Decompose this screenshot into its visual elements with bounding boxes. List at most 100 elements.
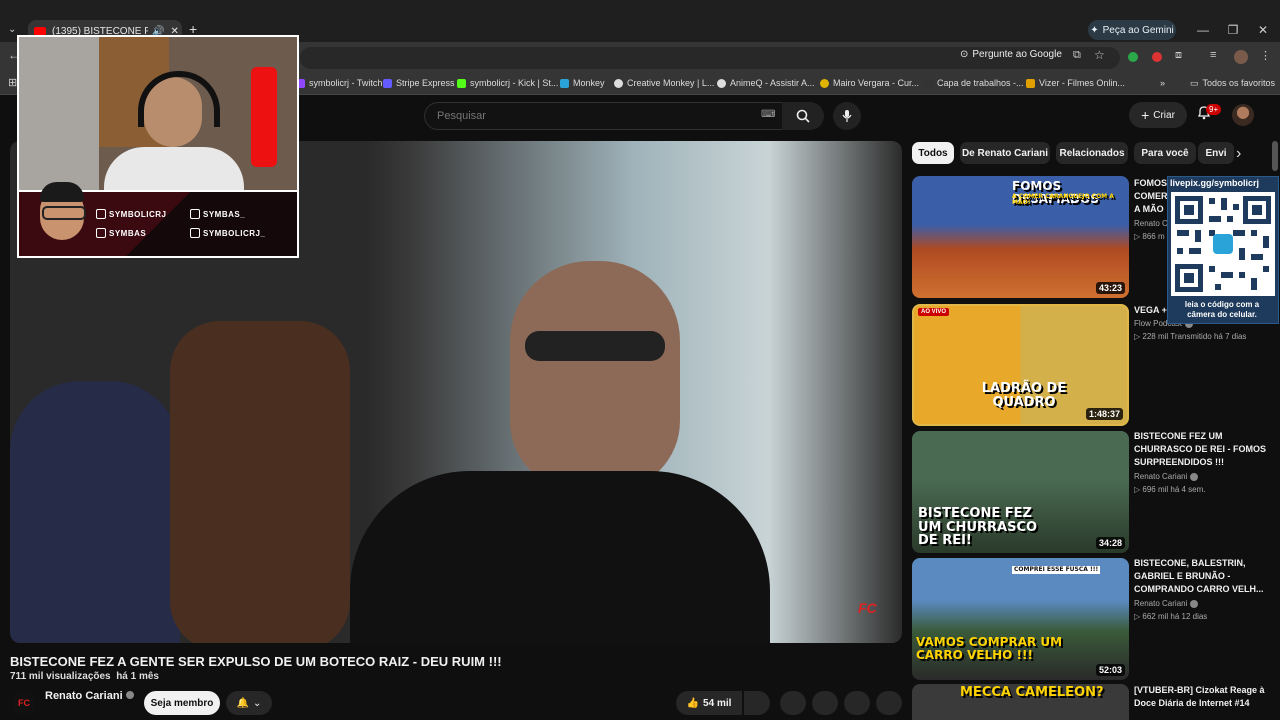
- passenger-figure: [10, 381, 180, 643]
- like-button[interactable]: 👍 54 mil: [676, 691, 742, 715]
- extensions-puzzle-icon[interactable]: ⧈: [1175, 49, 1182, 62]
- create-button[interactable]: + Criar: [1129, 102, 1187, 128]
- item-meta: ▷ 662 mil há 12 dias: [1134, 612, 1208, 621]
- account-avatar[interactable]: [1232, 104, 1254, 126]
- like-count: 54 mil: [703, 697, 732, 709]
- item-channel[interactable]: Renato Cariani: [1134, 599, 1199, 608]
- gemini-button[interactable]: ✦ Peça ao Gemini: [1088, 20, 1176, 40]
- more-bookmarks-chevron-icon[interactable]: »: [1160, 72, 1165, 94]
- webcam-wall: [19, 37, 99, 193]
- bookmark-label: symbolicrj - Twitch: [309, 78, 383, 88]
- subscribed-button[interactable]: 🔔 ⌄: [226, 691, 272, 715]
- dislike-button[interactable]: [744, 691, 770, 715]
- verified-icon: [1190, 472, 1199, 481]
- bookmark-star-icon[interactable]: ☆: [1094, 48, 1105, 62]
- media-queue-icon[interactable]: ≡: [1210, 49, 1216, 61]
- duration-badge: 52:03: [1095, 664, 1125, 676]
- thumbnail[interactable]: FOMOS DESAFIADOS A COMER CARANGUEJO COM …: [912, 176, 1129, 298]
- thumbnail[interactable]: BISTECONE FEZ UM CHURRASCO DE REI! 34:28: [912, 431, 1129, 553]
- more-actions-button[interactable]: [876, 691, 902, 715]
- channel-label: Renato Cariani: [1134, 472, 1188, 481]
- qr-instructions: leia o código com a câmera do celular.: [1184, 300, 1260, 319]
- save-button[interactable]: [844, 691, 870, 715]
- stream-microphone: [251, 67, 277, 167]
- video-item-title[interactable]: BISTECONE, BALESTRIN, GABRIEL E BRUNÃO -…: [1134, 557, 1274, 596]
- tab-list-chevron-icon[interactable]: ⌄: [8, 24, 16, 35]
- channel-label: Renato Cariani: [1134, 599, 1188, 608]
- item-meta: ▷ 696 mil há 4 sem.: [1134, 485, 1206, 494]
- profile-avatar[interactable]: [1234, 50, 1248, 64]
- channel-avatar[interactable]: FC: [12, 691, 36, 715]
- title-line: [VTUBER-BR] Cizokat Reage à: [1134, 685, 1265, 695]
- thumbnail[interactable]: AO VIVO LADRÃO DE QUADRO 1:48:37: [912, 304, 1129, 426]
- video-item-title[interactable]: BISTECONE FEZ UM CHURRASCO DE REI - FOMO…: [1134, 430, 1274, 469]
- extension-red-icon[interactable]: [1152, 52, 1162, 62]
- search-icon: [796, 109, 810, 123]
- clip-button[interactable]: [812, 691, 838, 715]
- meta-label: 866 m: [1142, 232, 1165, 241]
- cartoon-avatar: [32, 180, 94, 264]
- video-item-title[interactable]: [VTUBER-BR] Cizokat Reage à Doce Diária …: [1134, 684, 1274, 710]
- bookmark-item[interactable]: symbolicrj - Twitch: [296, 72, 382, 94]
- bookmark-item[interactable]: symbolicrj - Kick | St...: [457, 72, 558, 94]
- google-lens-icon: ⊙: [960, 49, 969, 60]
- search-box: ⌨: [424, 102, 784, 130]
- chip-related[interactable]: Relacionados: [1056, 142, 1128, 164]
- bookmark-item[interactable]: Creative Monkey | L...: [614, 72, 714, 94]
- youtube-icon: [96, 228, 106, 238]
- stripe-icon: [383, 78, 392, 88]
- item-channel[interactable]: Renato C: [1134, 219, 1168, 228]
- voice-search-button[interactable]: [833, 102, 861, 130]
- driver-face: [510, 261, 680, 491]
- share-button[interactable]: [780, 691, 806, 715]
- bell-icon: 🔔: [236, 697, 250, 709]
- bookmark-item[interactable]: Monkey: [560, 72, 605, 94]
- all-favorites-folder[interactable]: ▭ Todos os favoritos: [1190, 72, 1275, 94]
- site-icon: [820, 78, 829, 88]
- instagram-icon: [190, 228, 200, 238]
- item-meta: ▷ 866 m: [1134, 232, 1165, 241]
- bookmark-item[interactable]: Mairo Vergara - Cur...: [820, 72, 919, 94]
- ask-google-button[interactable]: ⊙ Pergunte ao Google: [960, 49, 1062, 60]
- search-input[interactable]: [435, 109, 739, 123]
- item-meta: ▷ 228 mil Transmitido há 7 dias: [1134, 332, 1247, 341]
- chip-all[interactable]: Todos: [912, 142, 954, 164]
- meta-label: 662 mil há 12 dias: [1142, 612, 1208, 621]
- bookmark-item[interactable]: Capa de trabalhos -...: [924, 72, 1024, 94]
- browser-menu-icon[interactable]: ⋮: [1260, 49, 1271, 62]
- chip-for-you[interactable]: Para você: [1134, 142, 1196, 164]
- apps-grid-icon[interactable]: ⊞: [8, 76, 17, 89]
- social-handle: SYMBAS: [109, 228, 147, 238]
- minimize-button[interactable]: —: [1188, 20, 1218, 40]
- join-button[interactable]: Seja membro: [144, 691, 220, 715]
- gemini-icon: ✦: [1090, 24, 1099, 36]
- streamer-figure: [104, 67, 244, 193]
- meta-label: 696 mil há 4 sem.: [1142, 485, 1206, 494]
- thumbnail[interactable]: COMPREI ESSE FUSCA !!! VAMOS COMPRAR UM …: [912, 558, 1129, 680]
- item-channel[interactable]: Renato Cariani: [1134, 472, 1199, 481]
- social-twitch: SYMBOLICRJ: [96, 209, 166, 219]
- keyboard-icon[interactable]: ⌨: [761, 109, 775, 120]
- bookmark-item[interactable]: AnimeQ - Assistir A...: [717, 72, 815, 94]
- search-button[interactable]: [782, 102, 824, 130]
- tiktok-icon: [190, 209, 200, 219]
- close-window-button[interactable]: ✕: [1248, 20, 1278, 40]
- install-icon[interactable]: ⧉: [1073, 49, 1081, 62]
- chip-from-channel[interactable]: De Renato Cariani: [960, 142, 1050, 164]
- channel-name[interactable]: Renato Cariani: [45, 690, 134, 702]
- bookmark-item[interactable]: Vizer - Filmes Onlin...: [1026, 72, 1125, 94]
- scrollbar[interactable]: [1272, 141, 1278, 171]
- title-line: Doce Diária de Internet #14: [1134, 698, 1250, 708]
- bookmark-label: AnimeQ - Assistir A...: [730, 78, 815, 88]
- qr-url: livepix.gg/symbolicrj: [1170, 178, 1260, 188]
- bookmark-label: Creative Monkey | L...: [627, 78, 715, 88]
- all-favorites-label: Todos os favoritos: [1202, 78, 1276, 88]
- video-title: BISTECONE FEZ A GENTE SER EXPULSO DE UM …: [10, 654, 502, 669]
- extension-green-icon[interactable]: [1128, 52, 1138, 62]
- chip-sent[interactable]: Envi: [1198, 142, 1234, 164]
- verified-icon: [1190, 599, 1199, 608]
- bookmark-item[interactable]: Stripe Express: [383, 72, 455, 94]
- chevron-right-icon[interactable]: ›: [1236, 145, 1241, 163]
- maximize-button[interactable]: ❐: [1218, 20, 1248, 40]
- thumbnail[interactable]: MECCA CAMELEON?: [912, 684, 1129, 720]
